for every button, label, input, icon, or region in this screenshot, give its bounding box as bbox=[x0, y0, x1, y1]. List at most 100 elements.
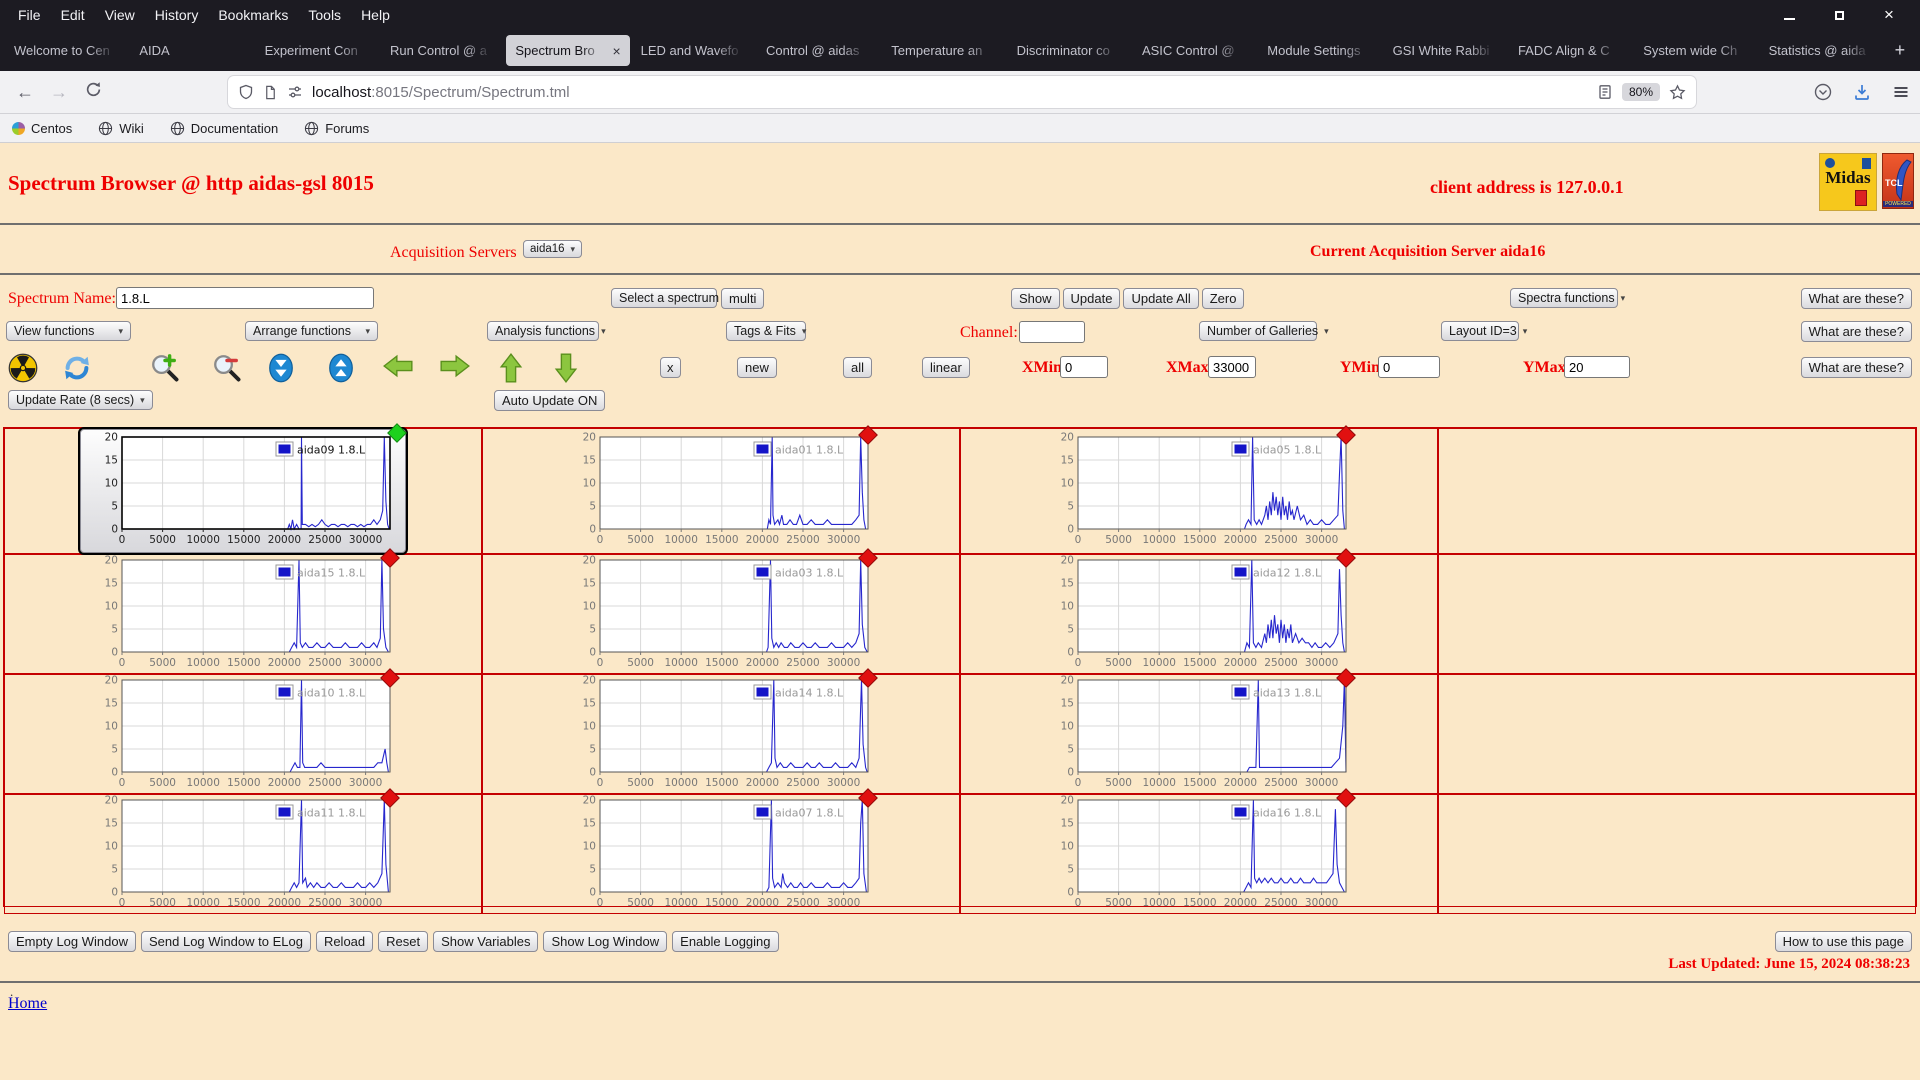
shield-permissions-icon[interactable] bbox=[238, 84, 254, 100]
menu-bookmarks[interactable]: Bookmarks bbox=[208, 7, 298, 23]
tab-run-control-a[interactable]: Run Control @ a bbox=[381, 35, 504, 66]
spectrum-plot-aida16[interactable]: 0 5 10 15 20 0 5000 10000 15000 20000 25000 30000 ai… bbox=[1044, 788, 1356, 913]
zoom-in-icon[interactable] bbox=[150, 353, 180, 383]
new-tab-button[interactable]: + bbox=[1884, 30, 1916, 71]
url-bar[interactable]: localhost:8015/Spectrum/Spectrum.tml 80% bbox=[228, 76, 1696, 108]
channel-input[interactable] bbox=[1019, 321, 1085, 343]
tab-system-wide-ch[interactable]: System wide Ch bbox=[1634, 35, 1757, 66]
linear-button[interactable]: linear bbox=[922, 357, 970, 378]
tags-fits-select[interactable]: Tags & Fits ▾ bbox=[726, 321, 806, 341]
menu-tools[interactable]: Tools bbox=[298, 7, 351, 23]
select-a-spectrum-select[interactable]: Select a spectrum▾ bbox=[611, 288, 730, 308]
arrow-up-icon[interactable] bbox=[498, 353, 528, 383]
arrow-down-icon[interactable] bbox=[553, 353, 583, 383]
menu-view[interactable]: View bbox=[95, 7, 145, 23]
ymax-input[interactable] bbox=[1564, 356, 1630, 378]
tab-gsi-white-rabbi[interactable]: GSI White Rabbi bbox=[1384, 35, 1507, 66]
menu-help[interactable]: Help bbox=[351, 7, 400, 23]
xmax-input[interactable] bbox=[1208, 356, 1256, 378]
tab-temperature-an[interactable]: Temperature an bbox=[882, 35, 1005, 66]
tab-aida[interactable]: AIDA bbox=[130, 35, 253, 66]
spectrum-plot-aida09[interactable]: 0 5 10 15 20 0 5000 10000 15000 20000 25000 30000 ai… bbox=[78, 423, 408, 555]
spectrum-plot-aida05[interactable]: 0 5 10 15 20 0 5000 10000 15000 20000 25000 30000 ai… bbox=[1044, 425, 1356, 550]
what-are-these-button-3[interactable]: What are these? bbox=[1800, 357, 1912, 378]
spectrum-plot-aida12[interactable]: 0 5 10 15 20 0 5000 10000 15000 20000 25000 30000 ai… bbox=[1044, 548, 1356, 673]
reader-mode-icon[interactable] bbox=[1597, 84, 1613, 100]
zero-button[interactable]: Zero bbox=[1201, 288, 1245, 309]
acquisition-server-select[interactable]: aida16 ▾ bbox=[523, 240, 583, 258]
tab-welcome-to-cen[interactable]: Welcome to Cen bbox=[5, 35, 128, 66]
ymin-input[interactable] bbox=[1378, 356, 1440, 378]
bookmark-star-icon[interactable] bbox=[1669, 83, 1686, 101]
maximize-button[interactable] bbox=[1832, 8, 1846, 22]
menu-file[interactable]: File bbox=[8, 7, 51, 23]
radiation-icon[interactable] bbox=[8, 353, 38, 383]
close-button[interactable]: × bbox=[1882, 6, 1896, 23]
tab-discriminator-co[interactable]: Discriminator co bbox=[1008, 35, 1131, 66]
empty-log-window-button[interactable]: Empty Log Window bbox=[8, 931, 136, 952]
page-info-icon[interactable] bbox=[263, 85, 278, 100]
tracking-protection-icon[interactable] bbox=[287, 84, 303, 100]
expand-vertical-icon[interactable] bbox=[326, 353, 356, 383]
bookmark-documentation[interactable]: Documentation bbox=[170, 121, 278, 136]
refresh-icon[interactable] bbox=[62, 353, 92, 383]
enable-logging-button[interactable]: Enable Logging bbox=[672, 931, 779, 952]
tab-control-aidas[interactable]: Control @ aidas bbox=[757, 35, 880, 66]
update-all-button[interactable]: Update All bbox=[1123, 288, 1199, 309]
bookmark-centos[interactable]: Centos bbox=[12, 121, 72, 136]
what-are-these-button-2[interactable]: What are these? bbox=[1800, 321, 1912, 342]
analysis-functions-select[interactable]: Analysis functions ▾ bbox=[487, 321, 606, 341]
spectrum-plot-aida14[interactable]: 0 5 10 15 20 0 5000 10000 15000 20000 25000 30000 ai… bbox=[566, 668, 878, 793]
spectrum-plot-aida11[interactable]: 0 5 10 15 20 0 5000 10000 15000 20000 25000 30000 ai… bbox=[88, 788, 400, 913]
show-button[interactable]: Show bbox=[1011, 288, 1060, 309]
bookmark-wiki[interactable]: Wiki bbox=[98, 121, 144, 136]
view-functions-select[interactable]: View functions ▾ bbox=[6, 321, 131, 341]
forward-button[interactable]: → bbox=[42, 82, 76, 103]
zoom-out-icon[interactable] bbox=[212, 353, 242, 383]
tab-experiment-con[interactable]: Experiment Con bbox=[256, 35, 379, 66]
all-button[interactable]: all bbox=[843, 357, 873, 378]
menu-history[interactable]: History bbox=[145, 7, 209, 23]
send-log-window-to-elog-button[interactable]: Send Log Window to ELog bbox=[141, 931, 311, 952]
tab-module-settings[interactable]: Module Settings bbox=[1258, 35, 1381, 66]
spectrum-plot-aida10[interactable]: 0 5 10 15 20 0 5000 10000 15000 20000 25000 30000 ai… bbox=[88, 668, 400, 793]
what-are-these-button-1[interactable]: What are these? bbox=[1800, 288, 1912, 309]
xmin-input[interactable] bbox=[1060, 356, 1108, 378]
update-rate-select[interactable]: Update Rate (8 secs) ▾ bbox=[8, 390, 153, 410]
arrow-left-icon[interactable] bbox=[383, 353, 413, 383]
back-button[interactable]: ← bbox=[8, 82, 42, 103]
reload-button[interactable] bbox=[76, 81, 110, 103]
pocket-icon[interactable] bbox=[1814, 83, 1832, 101]
layout-id-select[interactable]: Layout ID=3 ▾ bbox=[1441, 321, 1527, 341]
spectra-functions-select[interactable]: Spectra functions ▾ bbox=[1510, 288, 1625, 308]
multi-button[interactable]: multi bbox=[721, 288, 765, 309]
tab-spectrum-bro[interactable]: Spectrum Bro × bbox=[506, 35, 630, 66]
number-of-galleries-select[interactable]: Number of Galleries ▾ bbox=[1199, 321, 1329, 341]
tab-close-icon[interactable]: × bbox=[612, 43, 620, 59]
collapse-vertical-icon[interactable] bbox=[266, 353, 296, 383]
show-variables-button[interactable]: Show Variables bbox=[433, 931, 539, 952]
home-link[interactable]: Home bbox=[8, 995, 47, 1013]
update-button[interactable]: Update bbox=[1062, 288, 1121, 309]
x-button[interactable]: x bbox=[660, 357, 681, 378]
show-log-window-button[interactable]: Show Log Window bbox=[543, 931, 668, 952]
spectrum-plot-aida01[interactable]: 0 5 10 15 20 0 5000 10000 15000 20000 25000 30000 ai… bbox=[566, 425, 878, 550]
menu-edit[interactable]: Edit bbox=[51, 7, 95, 23]
tab-fadc-align-c[interactable]: FADC Align & C bbox=[1509, 35, 1632, 66]
spectrum-name-input[interactable] bbox=[116, 287, 374, 309]
hamburger-menu-icon[interactable] bbox=[1892, 83, 1910, 101]
url-text[interactable]: localhost:8015/Spectrum/Spectrum.tml bbox=[312, 84, 570, 101]
zoom-level-badge[interactable]: 80% bbox=[1621, 83, 1660, 101]
arrange-functions-select[interactable]: Arrange functions ▾ bbox=[245, 321, 378, 341]
spectrum-plot-aida03[interactable]: 0 5 10 15 20 0 5000 10000 15000 20000 25000 30000 ai… bbox=[566, 548, 878, 673]
new-button[interactable]: new bbox=[737, 357, 777, 378]
spectrum-plot-aida07[interactable]: 0 5 10 15 20 0 5000 10000 15000 20000 25000 30000 ai… bbox=[566, 788, 878, 913]
tab-led-and-wavefo[interactable]: LED and Wavefo bbox=[632, 35, 755, 66]
reset-button[interactable]: Reset bbox=[378, 931, 429, 952]
how-to-use-button[interactable]: How to use this page bbox=[1774, 931, 1912, 952]
downloads-icon[interactable] bbox=[1853, 83, 1871, 101]
spectrum-plot-aida15[interactable]: 0 5 10 15 20 0 5000 10000 15000 20000 25000 30000 ai… bbox=[88, 548, 400, 673]
spectrum-plot-aida13[interactable]: 0 5 10 15 20 0 5000 10000 15000 20000 25000 30000 ai… bbox=[1044, 668, 1356, 793]
minimize-button[interactable] bbox=[1782, 8, 1796, 22]
auto-update-button[interactable]: Auto Update ON bbox=[494, 390, 606, 411]
